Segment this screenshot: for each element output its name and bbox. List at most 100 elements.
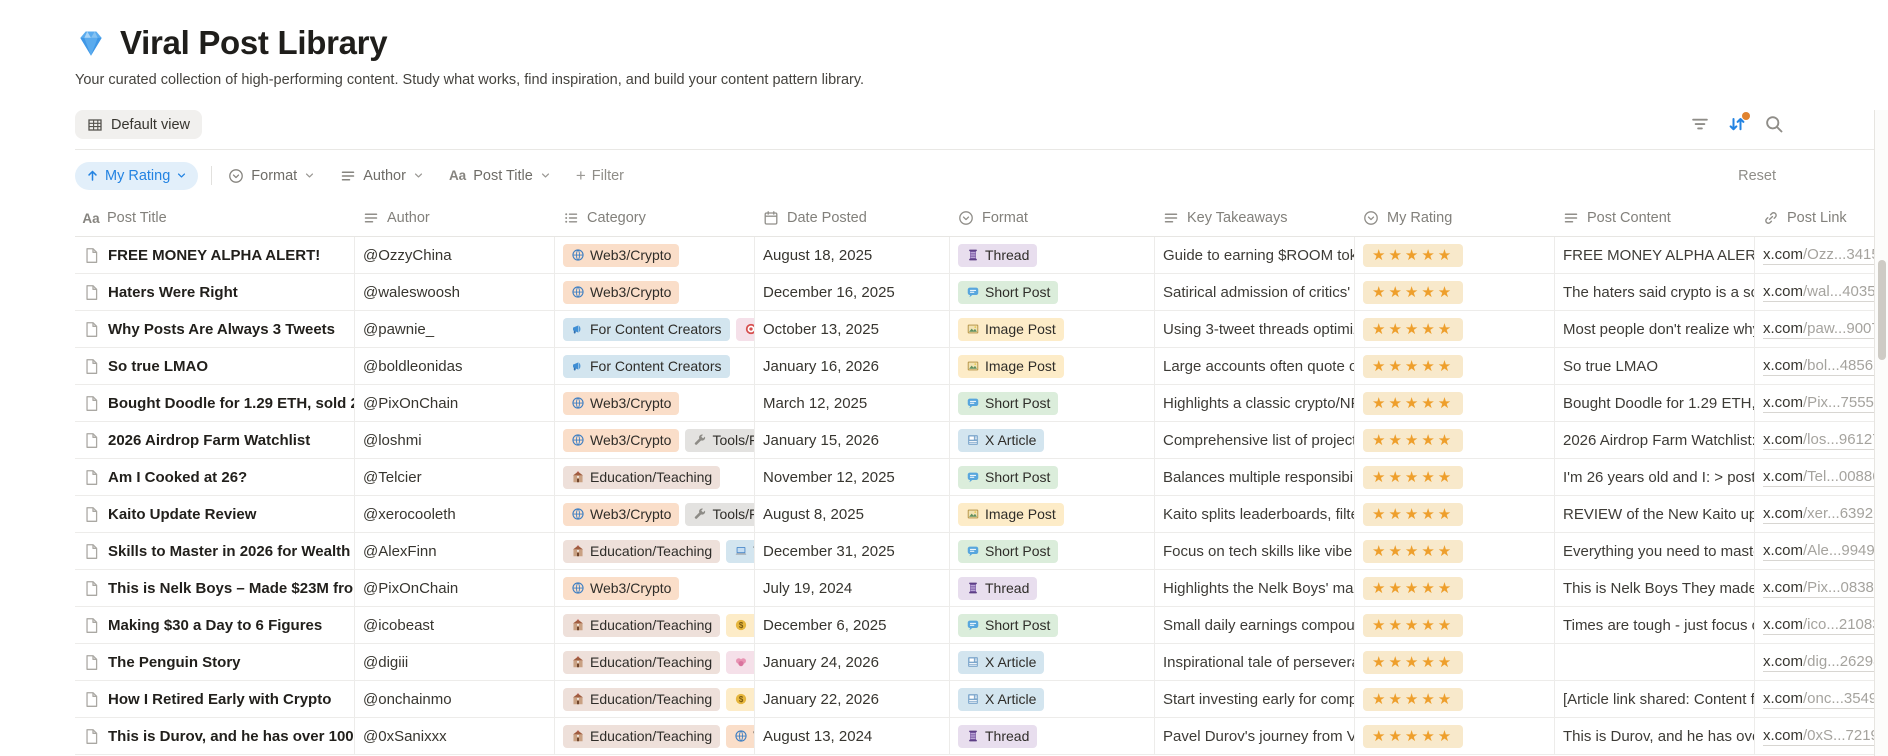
cell-post-title[interactable]: Am I Cooked at 26? <box>75 459 355 496</box>
post-link[interactable]: x.com/los...961270 <box>1763 431 1888 450</box>
cell-key-takeaways[interactable]: Comprehensive list of projects <box>1155 422 1355 459</box>
cell-format[interactable]: Image Post <box>950 496 1155 533</box>
cell-post-title[interactable]: Why Posts Are Always 3 Tweets <box>75 311 355 348</box>
filter-lines-icon[interactable] <box>1690 114 1710 134</box>
cell-post-link[interactable]: x.com/Ale...994930 <box>1755 533 1888 570</box>
filter-chip-post-title[interactable]: Aa Post Title <box>449 168 551 184</box>
column-header[interactable]: Format <box>950 200 1155 237</box>
cell-key-takeaways[interactable]: Highlights a classic crypto/NFT <box>1155 385 1355 422</box>
sort-chip-my-rating[interactable]: My Rating <box>75 161 199 190</box>
cell-format[interactable]: Thread <box>950 237 1155 274</box>
cell-format[interactable]: Short Post <box>950 607 1155 644</box>
cell-date-posted[interactable]: August 13, 2024 <box>755 718 950 755</box>
column-header[interactable]: Author <box>355 200 555 237</box>
post-link[interactable]: x.com/0xS...721964 <box>1763 727 1888 746</box>
reset-button[interactable]: Reset <box>1738 168 1776 184</box>
cell-category[interactable]: Web3/Crypto <box>555 385 755 422</box>
cell-date-posted[interactable]: January 16, 2026 <box>755 348 950 385</box>
cell-key-takeaways[interactable]: Focus on tech skills like vibe co <box>1155 533 1355 570</box>
cell-category[interactable]: Web3/Crypto <box>555 237 755 274</box>
cell-category[interactable]: For Content Creators <box>555 311 755 348</box>
cell-post-content[interactable]: Times are tough - just focus on <box>1555 607 1755 644</box>
cell-post-link[interactable]: x.com/ico...210833 <box>1755 607 1888 644</box>
post-link[interactable]: x.com/wal...403541 <box>1763 283 1888 302</box>
table-row[interactable]: How I Retired Early with Crypto @onchain… <box>75 681 1888 718</box>
cell-post-link[interactable]: x.com/Tel...008866 <box>1755 459 1888 496</box>
cell-date-posted[interactable]: January 22, 2026 <box>755 681 950 718</box>
cell-my-rating[interactable]: ★★★★★ <box>1355 459 1555 496</box>
post-link[interactable]: x.com/paw...900773 <box>1763 320 1888 339</box>
cell-post-title[interactable]: The Penguin Story <box>75 644 355 681</box>
cell-category[interactable]: Education/Teaching P <box>555 644 755 681</box>
cell-key-takeaways[interactable]: Inspirational tale of perseveranc <box>1155 644 1355 681</box>
cell-author[interactable]: @loshmi <box>355 422 555 459</box>
cell-author[interactable]: @PixOnChain <box>355 570 555 607</box>
sort-arrows-icon[interactable] <box>1727 112 1750 134</box>
cell-my-rating[interactable]: ★★★★★ <box>1355 385 1555 422</box>
table-row[interactable]: Am I Cooked at 26? @Telcier Education/Te… <box>75 459 1888 496</box>
cell-date-posted[interactable]: March 12, 2025 <box>755 385 950 422</box>
cell-date-posted[interactable]: December 6, 2025 <box>755 607 950 644</box>
cell-author[interactable]: @OzzyChina <box>355 237 555 274</box>
post-link[interactable]: x.com/onc...354926 <box>1763 690 1888 709</box>
cell-post-content[interactable]: I'm 26 years old and I: > post da <box>1555 459 1755 496</box>
cell-post-title[interactable]: 2026 Airdrop Farm Watchlist <box>75 422 355 459</box>
cell-post-title[interactable]: Haters Were Right <box>75 274 355 311</box>
table-row[interactable]: Haters Were Right @waleswoosh Web3/Crypt… <box>75 274 1888 311</box>
cell-category[interactable]: Education/Teaching $F <box>555 681 755 718</box>
cell-post-content[interactable] <box>1555 644 1755 681</box>
column-header[interactable]: Post Link <box>1755 200 1888 237</box>
cell-date-posted[interactable]: July 19, 2024 <box>755 570 950 607</box>
cell-author[interactable]: @icobeast <box>355 607 555 644</box>
cell-key-takeaways[interactable]: Small daily earnings compound <box>1155 607 1355 644</box>
cell-post-title[interactable]: Bought Doodle for 1.29 ETH, sold 2.82 E <box>75 385 355 422</box>
cell-key-takeaways[interactable]: Highlights the Nelk Boys' massi <box>1155 570 1355 607</box>
cell-date-posted[interactable]: January 24, 2026 <box>755 644 950 681</box>
cell-post-title[interactable]: Skills to Master in 2026 for Wealth <box>75 533 355 570</box>
cell-key-takeaways[interactable]: Balances multiple responsibilitie <box>1155 459 1355 496</box>
column-header[interactable]: Category <box>555 200 755 237</box>
cell-format[interactable]: X Article <box>950 681 1155 718</box>
table-row[interactable]: The Penguin Story @digiii Education/Teac… <box>75 644 1888 681</box>
cell-post-content[interactable]: Everything you need to master <box>1555 533 1755 570</box>
vertical-scrollbar[interactable] <box>1874 110 1888 756</box>
cell-my-rating[interactable]: ★★★★★ <box>1355 644 1555 681</box>
cell-key-takeaways[interactable]: Using 3-tweet threads optimize <box>1155 311 1355 348</box>
cell-my-rating[interactable]: ★★★★★ <box>1355 237 1555 274</box>
cell-date-posted[interactable]: December 16, 2025 <box>755 274 950 311</box>
cell-my-rating[interactable]: ★★★★★ <box>1355 607 1555 644</box>
cell-post-link[interactable]: x.com/dig...262984 <box>1755 644 1888 681</box>
cell-post-link[interactable]: x.com/Ozz...341512 <box>1755 237 1888 274</box>
cell-my-rating[interactable]: ★★★★★ <box>1355 533 1555 570</box>
cell-post-link[interactable]: x.com/0xS...721964 <box>1755 718 1888 755</box>
cell-post-title[interactable]: FREE MONEY ALPHA ALERT! <box>75 237 355 274</box>
cell-key-takeaways[interactable]: Guide to earning $ROOM token <box>1155 237 1355 274</box>
cell-post-content[interactable]: This is Nelk Boys They made $2 <box>1555 570 1755 607</box>
post-link[interactable]: x.com/Ozz...341512 <box>1763 246 1888 265</box>
cell-post-content[interactable]: 2026 Airdrop Farm Watchlist: Pr <box>1555 422 1755 459</box>
cell-my-rating[interactable]: ★★★★★ <box>1355 496 1555 533</box>
post-link[interactable]: x.com/ico...210833 <box>1763 616 1888 635</box>
column-header[interactable]: Date Posted <box>755 200 950 237</box>
cell-post-content[interactable]: This is Durov, and he has over 1 <box>1555 718 1755 755</box>
cell-category[interactable]: For Content Creators <box>555 348 755 385</box>
cell-post-link[interactable]: x.com/paw...900773 <box>1755 311 1888 348</box>
cell-post-content[interactable]: [Article link shared: Content foc <box>1555 681 1755 718</box>
add-filter-button[interactable]: + Filter <box>576 167 624 184</box>
cell-format[interactable]: Image Post <box>950 348 1155 385</box>
cell-post-title[interactable]: This is Nelk Boys – Made $23M from the <box>75 570 355 607</box>
cell-post-content[interactable]: Most people don't realize why @ <box>1555 311 1755 348</box>
cell-author[interactable]: @boldleonidas <box>355 348 555 385</box>
cell-post-title[interactable]: Making $30 a Day to 6 Figures <box>75 607 355 644</box>
cell-author[interactable]: @Telcier <box>355 459 555 496</box>
cell-post-content[interactable]: Bought Doodle for 1.29 ETH, sol <box>1555 385 1755 422</box>
column-header[interactable]: Post Content <box>1555 200 1755 237</box>
post-link[interactable]: x.com/bol...485629 <box>1763 357 1888 376</box>
search-icon[interactable] <box>1764 114 1784 134</box>
table-row[interactable]: 2026 Airdrop Farm Watchlist @loshmi Web3… <box>75 422 1888 459</box>
post-link[interactable]: x.com/dig...262984 <box>1763 653 1888 672</box>
cell-category[interactable]: Web3/Crypto Tools/F <box>555 422 755 459</box>
cell-key-takeaways[interactable]: Start investing early for compou <box>1155 681 1355 718</box>
cell-format[interactable]: Thread <box>950 718 1155 755</box>
cell-format[interactable]: Short Post <box>950 459 1155 496</box>
